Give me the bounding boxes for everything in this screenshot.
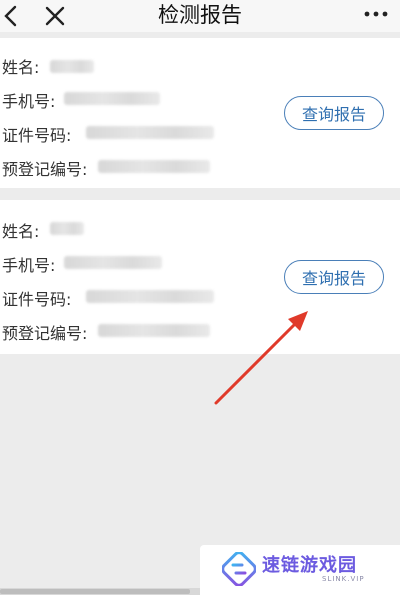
redacted-value xyxy=(50,222,84,235)
field-label: 证件号码: xyxy=(2,126,72,145)
more-horizontal-icon[interactable] xyxy=(364,10,388,18)
field-row-id: 证件号码: xyxy=(2,122,71,146)
watermark-subtitle: SLINK.VIP xyxy=(322,575,365,583)
field-label: 证件号码: xyxy=(2,290,72,309)
redacted-value xyxy=(98,160,210,173)
field-row-phone: 手机号: xyxy=(2,252,55,276)
record-card: 姓名: 手机号: 证件号码: 预登记编号: 查询报告 xyxy=(0,200,400,354)
query-report-button[interactable]: 查询报告 xyxy=(284,96,384,130)
query-report-button[interactable]: 查询报告 xyxy=(284,260,384,294)
field-label: 姓名: xyxy=(2,58,40,77)
field-label: 预登记编号: xyxy=(2,324,88,343)
redacted-value xyxy=(50,60,94,73)
app-header: 检测报告 xyxy=(0,0,400,32)
redacted-value xyxy=(64,256,162,269)
field-label: 预登记编号: xyxy=(2,160,88,179)
scrollbar-thumb[interactable] xyxy=(0,589,190,594)
field-row-phone: 手机号: xyxy=(2,88,55,112)
redacted-value xyxy=(86,290,214,303)
watermark: 速链游戏园 SLINK.VIP xyxy=(200,545,400,595)
field-row-registration: 预登记编号: xyxy=(2,156,87,180)
field-label: 手机号: xyxy=(2,92,56,111)
redacted-value xyxy=(98,324,210,337)
field-row-registration: 预登记编号: xyxy=(2,320,87,344)
watermark-name: 速链游戏园 xyxy=(262,555,357,576)
watermark-logo-icon xyxy=(222,552,256,586)
field-row-name: 姓名: xyxy=(2,54,39,78)
redacted-value xyxy=(64,92,160,105)
redacted-value xyxy=(86,126,214,139)
chevron-left-icon[interactable] xyxy=(2,4,20,28)
field-label: 姓名: xyxy=(2,222,40,241)
field-row-name: 姓名: xyxy=(2,218,39,242)
record-card: 姓名: 手机号: 证件号码: 预登记编号: 查询报告 xyxy=(0,38,400,188)
field-row-id: 证件号码: xyxy=(2,286,71,310)
field-label: 手机号: xyxy=(2,256,56,275)
close-icon[interactable] xyxy=(44,5,66,27)
